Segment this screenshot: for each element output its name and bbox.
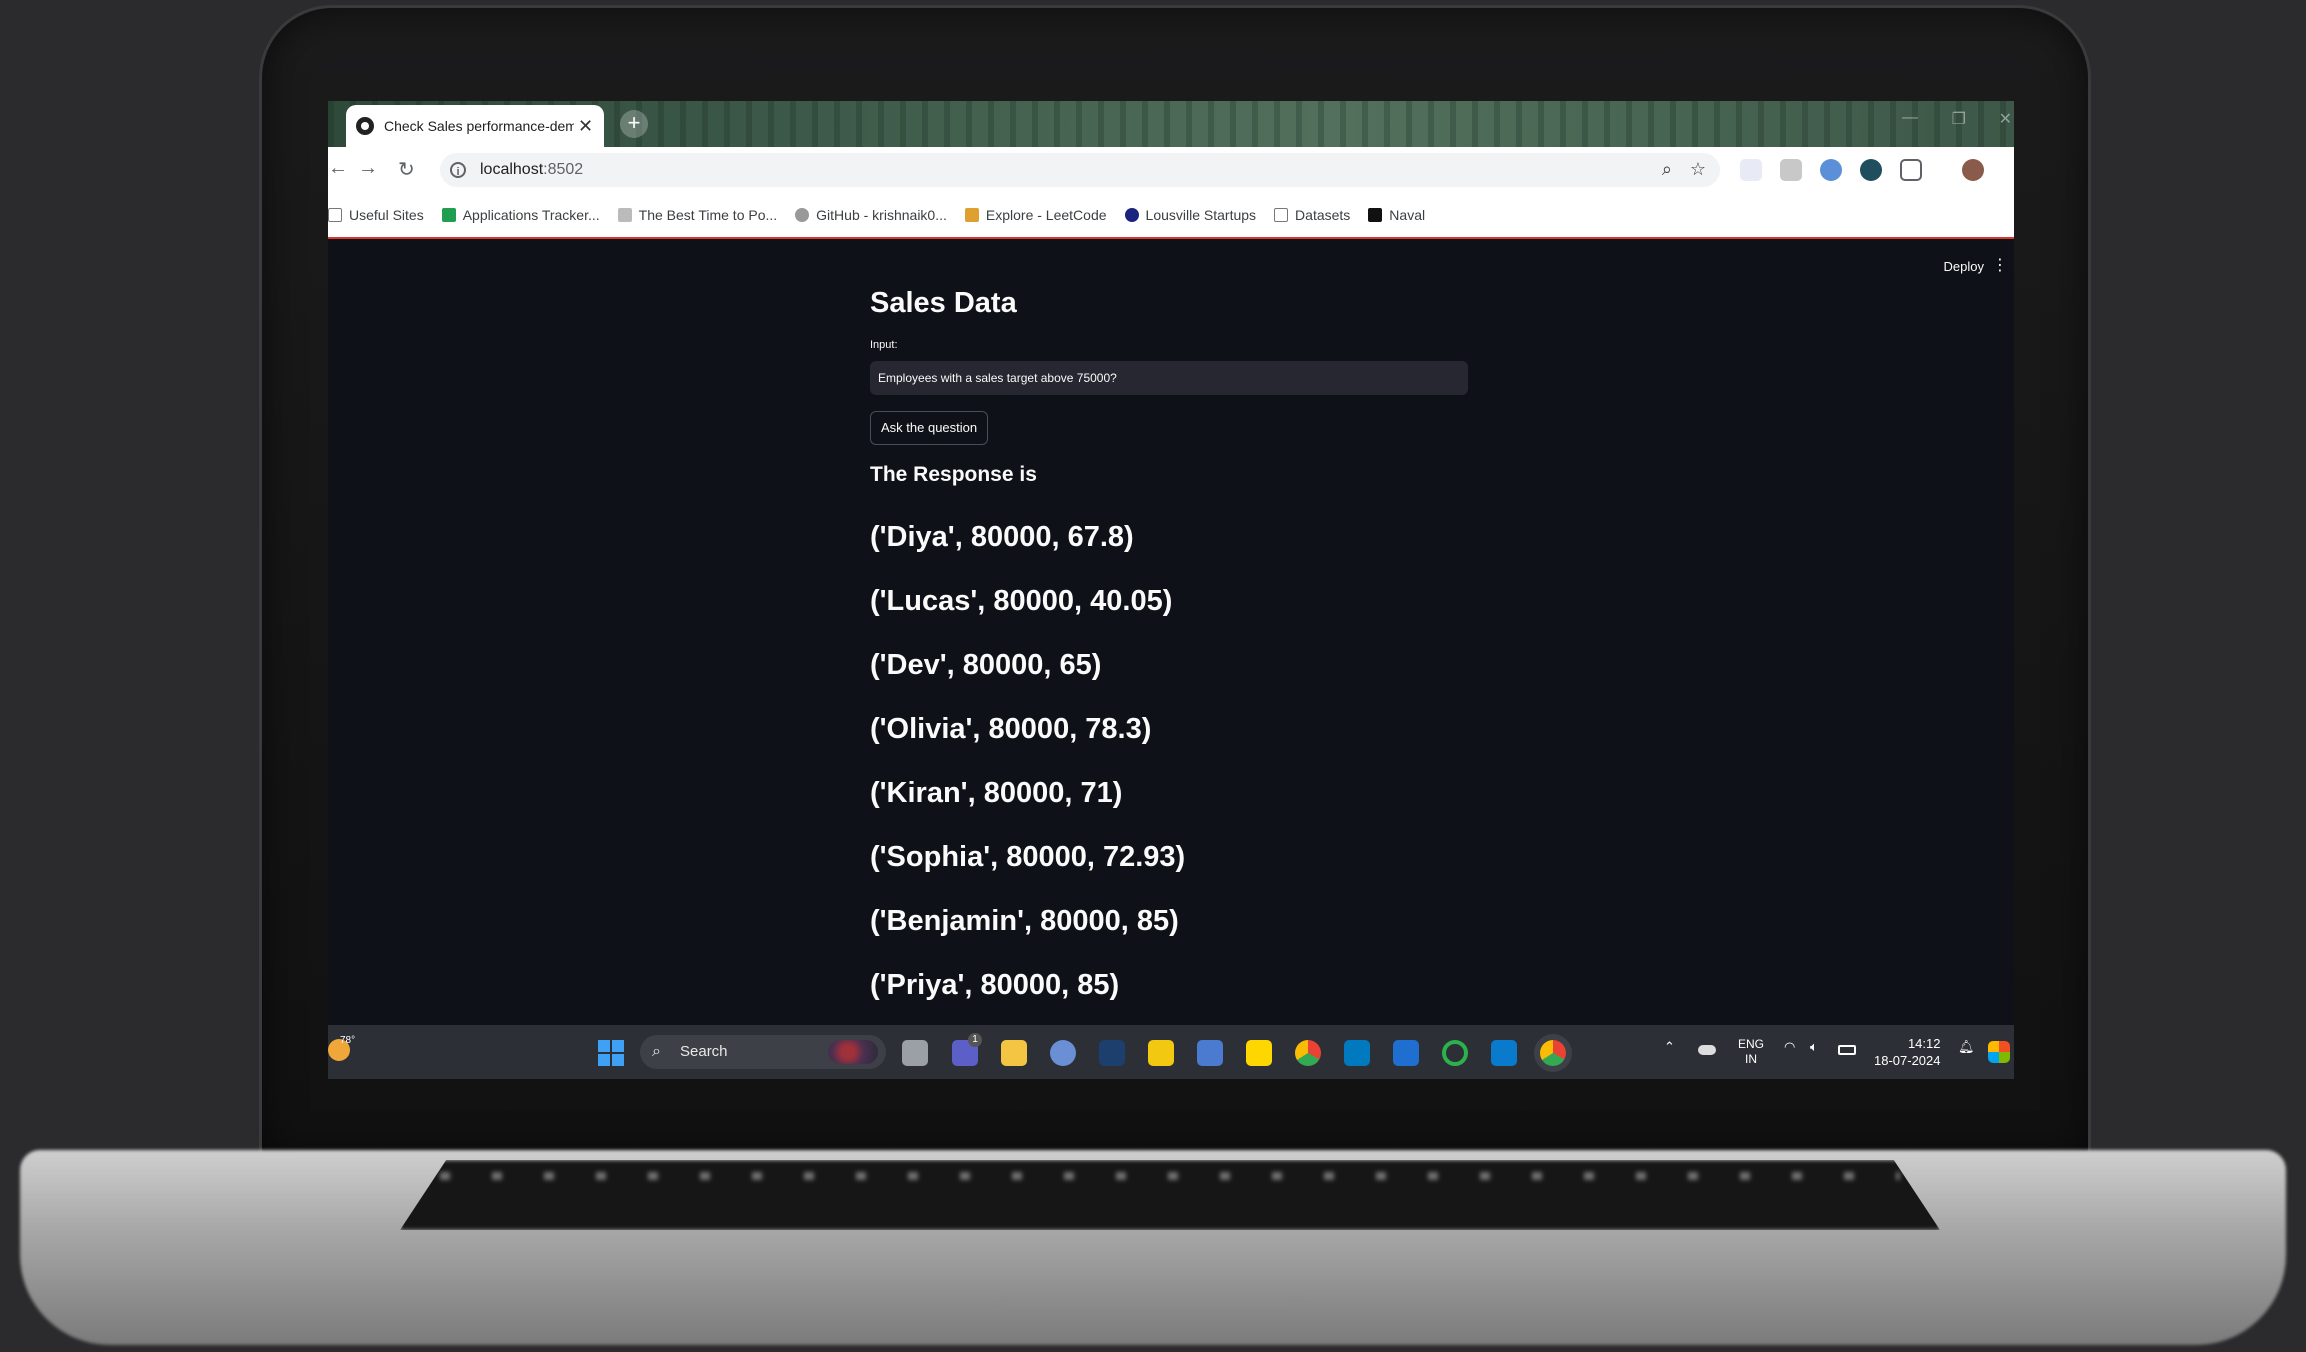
bookmark-star-icon[interactable]: ☆ — [1690, 159, 1706, 180]
wifi-icon[interactable]: ◠ — [1784, 1039, 1795, 1055]
file-explorer-icon[interactable] — [1001, 1040, 1027, 1066]
naval-icon — [1368, 208, 1383, 222]
copilot-icon[interactable] — [1988, 1041, 2010, 1063]
main-menu-icon[interactable]: ⋮ — [1992, 255, 2008, 275]
folder-icon — [328, 208, 342, 222]
minimize-icon[interactable]: — — [1902, 109, 1918, 127]
extensions-puzzle-icon[interactable] — [1900, 159, 1922, 181]
bookmark-label: Lousville Startups — [1145, 207, 1257, 223]
bookmark-label: Applications Tracker... — [462, 207, 600, 223]
browser-tab[interactable]: Check Sales performance-demo ✕ — [346, 105, 604, 147]
tray-chevron-icon[interactable]: ⌃ — [1664, 1039, 1675, 1055]
bookmark-useful-sites[interactable]: Useful Sites — [328, 207, 424, 223]
bookmark-best-time[interactable]: The Best Time to Po... — [617, 207, 778, 223]
bookmark-label: Datasets — [1295, 207, 1351, 223]
notification-bell-icon[interactable]: 🔔︎ — [1958, 1039, 1975, 1055]
taskbar-search[interactable]: ⌕ Search — [640, 1035, 886, 1069]
sync-app-icon[interactable] — [1442, 1040, 1468, 1066]
bookmark-github[interactable]: GitHub - krishnaik0... — [795, 207, 947, 223]
github-icon — [795, 208, 810, 222]
chrome-icon[interactable] — [1295, 1040, 1321, 1066]
folder-icon — [1274, 208, 1289, 222]
r-app-icon[interactable] — [1050, 1040, 1076, 1066]
music-app-icon[interactable] — [1393, 1040, 1419, 1066]
back-icon[interactable]: ← — [328, 157, 348, 180]
laptop-keyboard — [400, 1160, 1940, 1230]
bookmark-leetcode[interactable]: Explore - LeetCode — [964, 207, 1107, 223]
language-indicator[interactable]: ENG IN — [1738, 1037, 1764, 1067]
bookmark-label: The Best Time to Po... — [638, 207, 778, 223]
address-bar[interactable]: i localhost:8502 ⌕ ☆ — [440, 153, 1720, 187]
bookmark-label: Explore - LeetCode — [985, 207, 1107, 223]
bookmark-lousville-startups[interactable]: Lousville Startups — [1124, 207, 1257, 223]
forward-icon[interactable]: → — [358, 157, 378, 180]
bookmarks-bar: Useful Sites Applications Tracker... The… — [328, 193, 2014, 239]
new-tab-button[interactable]: + — [620, 110, 648, 138]
response-row: ('Lucas', 80000, 40.05) — [870, 585, 1173, 617]
system-clock[interactable]: 14:12 18-07-2024 — [1874, 1035, 1941, 1069]
stack-icon — [617, 208, 632, 222]
pen-extension-icon[interactable] — [1740, 159, 1762, 181]
search-highlight-icon — [828, 1040, 878, 1064]
power-bi-icon[interactable] — [1148, 1040, 1174, 1066]
search-icon: ⌕ — [652, 1043, 661, 1060]
teams-badge: 1 — [968, 1033, 982, 1047]
extension-icon[interactable] — [1780, 159, 1802, 181]
calculator-icon[interactable] — [1197, 1040, 1223, 1066]
windows-taskbar: 78° ⌕ Search 1 ⌃ ENG IN ◠ 🔈︎ 14:12 18-07… — [328, 1025, 2014, 1079]
laptop-screen: Check Sales performance-demo ✕ + — ❐ ✕ ←… — [328, 101, 2014, 1079]
chrome-active-icon[interactable] — [1540, 1040, 1566, 1066]
startup-icon — [1124, 208, 1139, 222]
leetcode-icon — [964, 208, 979, 222]
response-heading: The Response is — [870, 463, 1037, 486]
url-text: localhost:8502 — [480, 161, 584, 178]
bookmark-label: GitHub - krishnaik0... — [816, 207, 947, 223]
response-row: ('Priya', 80000, 85) — [870, 969, 1120, 1001]
tableau-icon[interactable] — [1099, 1040, 1125, 1066]
bookmark-applications-tracker[interactable]: Applications Tracker... — [441, 207, 600, 223]
response-row: ('Diya', 80000, 67.8) — [870, 521, 1134, 553]
reload-icon[interactable]: ↻ — [398, 157, 415, 182]
response-row: ('Olivia', 80000, 78.3) — [870, 713, 1152, 745]
response-row: ('Dev', 80000, 65) — [870, 649, 1102, 681]
extension-blue-icon[interactable] — [1820, 159, 1842, 181]
deploy-button[interactable]: Deploy — [1944, 259, 1984, 274]
response-row: ('Benjamin', 80000, 85) — [870, 905, 1179, 937]
trello-icon[interactable] — [1344, 1040, 1370, 1066]
site-info-icon[interactable]: i — [450, 162, 466, 178]
input-label: Input: — [870, 339, 898, 351]
streamlit-favicon-icon — [356, 117, 374, 135]
search-label: Search — [680, 1043, 728, 1060]
volume-icon[interactable]: 🔈︎ — [1810, 1039, 1818, 1055]
sticky-notes-icon[interactable] — [1246, 1040, 1272, 1066]
windows-start-icon[interactable] — [598, 1040, 624, 1066]
bookmark-label: Useful Sites — [349, 207, 424, 223]
battery-icon[interactable] — [1838, 1045, 1856, 1055]
laptop-trackpad — [1000, 1300, 1300, 1306]
browser-tab-strip: Check Sales performance-demo ✕ + — ❐ ✕ — [328, 101, 2014, 147]
page-title: Sales Data — [870, 287, 1017, 319]
task-view-icon[interactable] — [902, 1040, 928, 1066]
weather-temp: 78° — [340, 1035, 356, 1046]
profile-avatar[interactable] — [1962, 159, 1984, 181]
vscode-icon[interactable] — [1491, 1040, 1517, 1066]
close-window-icon[interactable]: ✕ — [1999, 109, 2012, 129]
bookmark-naval[interactable]: Naval — [1368, 207, 1425, 223]
maximize-icon[interactable]: ❐ — [1952, 109, 1966, 129]
zoom-icon[interactable]: ⌕ — [1662, 159, 1672, 180]
bookmark-label: Naval — [1389, 207, 1426, 223]
bookmark-datasets[interactable]: Datasets — [1274, 207, 1350, 223]
response-row: ('Sophia', 80000, 72.93) — [870, 841, 1186, 873]
onedrive-icon[interactable] — [1698, 1045, 1716, 1055]
ask-question-button[interactable]: Ask the question — [870, 411, 989, 445]
response-row: ('Kiran', 80000, 71) — [870, 777, 1123, 809]
tab-close-icon[interactable]: ✕ — [578, 116, 593, 137]
sheets-icon — [441, 208, 456, 222]
streamlit-app: Deploy ⋮ Sales Data Input: Employees wit… — [328, 239, 2014, 1025]
tab-title: Check Sales performance-demo — [384, 118, 574, 134]
extension-teal-icon[interactable] — [1860, 159, 1882, 181]
browser-toolbar: ← → ↻ i localhost:8502 ⌕ ☆ — [328, 147, 2014, 193]
question-input[interactable]: Employees with a sales target above 7500… — [870, 361, 1468, 395]
